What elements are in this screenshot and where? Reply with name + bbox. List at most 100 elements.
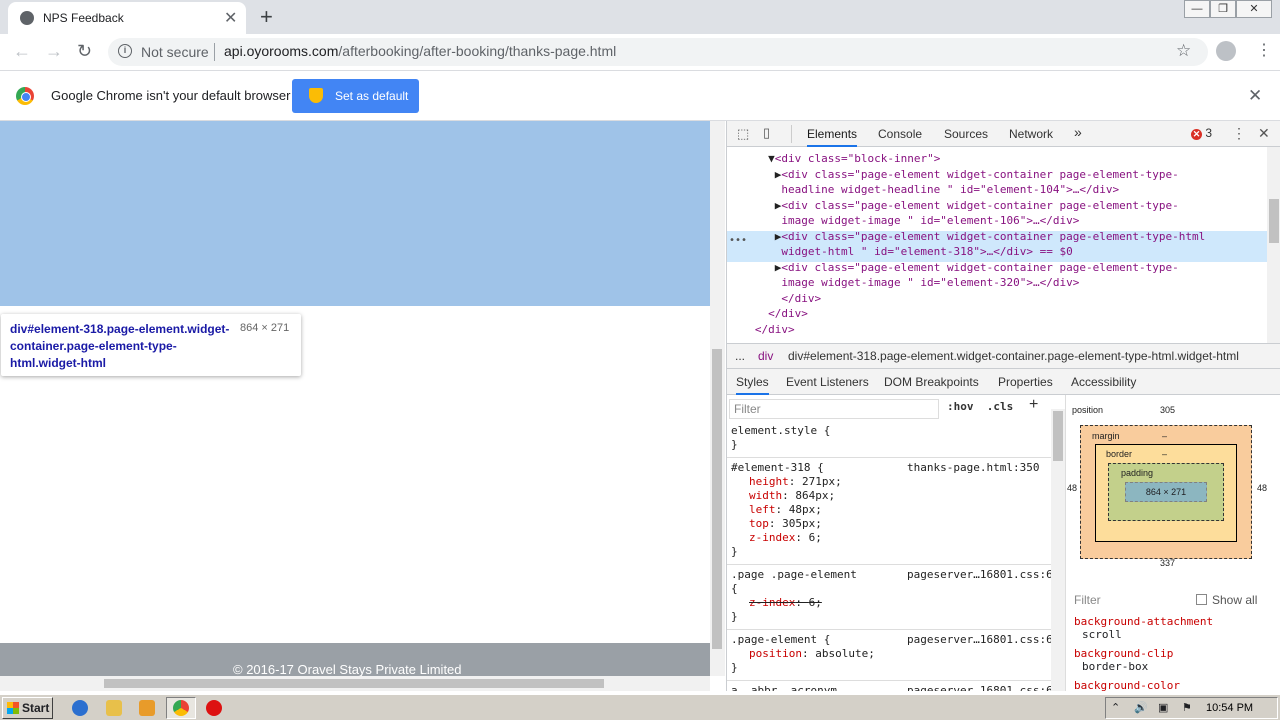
rule-source-link[interactable]: thanks-page.html:350 <box>907 461 1039 474</box>
hov-toggle[interactable]: :hov <box>947 400 974 413</box>
css-property[interactable]: width: 864px; <box>749 489 835 502</box>
breadcrumb-div[interactable]: div <box>758 349 773 363</box>
inspect-element-icon[interactable]: ⬚ <box>737 126 749 142</box>
css-property[interactable]: position: absolute; <box>749 647 875 660</box>
dom-line[interactable]: </div> <box>735 292 821 305</box>
window-close-button[interactable]: ✕ <box>1236 0 1272 18</box>
dom-line[interactable]: headline widget-headline " id="element-1… <box>735 183 1119 196</box>
scroll-thumb[interactable] <box>712 349 722 649</box>
show-all-checkbox[interactable]: Show all <box>1196 593 1257 607</box>
address-bar[interactable]: i Not secure api.oyorooms.com/afterbooki… <box>108 38 1208 66</box>
tab-elements[interactable]: Elements <box>807 127 858 147</box>
tab-network[interactable]: Network <box>1009 127 1053 141</box>
breadcrumb-selected[interactable]: div#element-318.page-element.widget-cont… <box>788 349 1239 363</box>
computed-property[interactable]: background-attachment scroll <box>1074 615 1213 641</box>
dom-line[interactable]: image widget-image " id="element-106">…<… <box>735 214 1079 227</box>
page-vertical-scrollbar[interactable] <box>710 121 725 676</box>
scroll-thumb[interactable] <box>1269 199 1279 243</box>
tray-expand-icon[interactable]: ⌃ <box>1111 701 1120 714</box>
chrome-taskbar-button[interactable] <box>166 697 196 719</box>
infobar-close-icon[interactable]: ✕ <box>1248 86 1262 106</box>
dom-scrollbar[interactable] <box>1267 147 1280 343</box>
css-property[interactable]: z-index: 6; <box>749 531 822 544</box>
styles-filter-input[interactable]: Filter <box>729 399 939 419</box>
tab-sources[interactable]: Sources <box>944 127 988 141</box>
network-icon[interactable]: ▣ <box>1158 701 1168 714</box>
dom-line[interactable]: </div> <box>735 323 795 336</box>
css-property[interactable]: height: 271px; <box>749 475 842 488</box>
flag-icon[interactable]: ⚑ <box>1182 701 1192 714</box>
tab-styles[interactable]: Styles <box>736 375 769 395</box>
taskbar-clock[interactable]: 10:54 PM <box>1206 702 1253 714</box>
new-tab-button[interactable]: + <box>260 4 273 30</box>
device-toolbar-icon[interactable]: ▯ <box>763 125 770 141</box>
computed-property[interactable]: background-clip border-box <box>1074 647 1173 673</box>
back-button[interactable]: ← <box>13 41 31 62</box>
dom-line[interactable]: ▼<div class="block-inner"> <box>735 152 940 165</box>
rule-source-link[interactable]: pageserver…16801.css:6 <box>907 568 1051 581</box>
rules-scrollbar[interactable] <box>1051 409 1065 691</box>
page-horizontal-scrollbar[interactable] <box>0 676 710 691</box>
expand-arrow-icon[interactable] <box>735 152 768 165</box>
dom-line[interactable]: widget-html " id="element-318">…</div> =… <box>735 245 1072 258</box>
ie-icon[interactable] <box>72 700 88 716</box>
bookmark-star-icon[interactable]: ☆ <box>1176 41 1191 61</box>
rule-selector[interactable]: .page-element { <box>731 633 830 646</box>
expand-arrow-icon[interactable] <box>735 261 775 274</box>
rule-selector[interactable]: element.style { <box>731 424 830 437</box>
dom-line[interactable]: image widget-image " id="element-320">…<… <box>735 276 1079 289</box>
css-property[interactable]: z-index: 6; <box>749 596 822 609</box>
minimize-button[interactable]: — <box>1184 0 1210 18</box>
devtools-menu-icon[interactable]: ⋮ <box>1232 125 1246 142</box>
reload-button[interactable]: ↻ <box>77 41 92 62</box>
dom-line[interactable]: ▶<div class="page-element widget-contain… <box>735 168 1179 181</box>
scroll-thumb[interactable] <box>104 679 604 688</box>
rule-source-link[interactable]: pageserver…16801.css:6 <box>907 633 1051 646</box>
tab-dom-breakpoints[interactable]: DOM Breakpoints <box>884 375 979 389</box>
expand-arrow-icon[interactable] <box>735 230 775 243</box>
folder-icon[interactable] <box>106 700 122 716</box>
computed-property[interactable]: background-color <box>1074 679 1180 692</box>
rule-selector[interactable]: a, abbr, acronym, <box>731 684 844 691</box>
tab-event-listeners[interactable]: Event Listeners <box>786 375 869 389</box>
computed-filter-input[interactable]: Filter <box>1074 593 1101 607</box>
restore-button[interactable]: ❐ <box>1210 0 1236 18</box>
tab-close-icon[interactable]: ✕ <box>224 8 237 28</box>
error-count-badge[interactable]: ✕ 3 <box>1191 126 1212 140</box>
devtools-close-icon[interactable]: ✕ <box>1258 125 1270 142</box>
more-tabs-button[interactable]: » <box>1074 124 1082 140</box>
info-icon[interactable]: i <box>118 44 132 58</box>
dom-arrow[interactable]: ▼ <box>768 152 775 165</box>
url-text[interactable]: api.oyorooms.com/afterbooking/after-book… <box>224 43 616 59</box>
cls-toggle[interactable]: .cls <box>987 400 1014 413</box>
profile-avatar[interactable] <box>1216 41 1236 61</box>
checkbox-icon[interactable] <box>1196 594 1207 605</box>
dom-line[interactable]: </div> <box>735 307 808 320</box>
css-property[interactable]: left: 48px; <box>749 503 822 516</box>
rule-selector[interactable]: .page .page-element <box>731 568 857 581</box>
rule-selector[interactable]: #element-318 { <box>731 461 824 474</box>
scroll-thumb[interactable] <box>1053 411 1063 461</box>
chrome-menu-icon[interactable]: ⋮ <box>1256 40 1272 60</box>
browser-tab[interactable]: NPS Feedback ✕ <box>8 2 246 34</box>
css-property[interactable]: { <box>731 582 738 595</box>
expand-arrow-icon[interactable] <box>735 168 775 181</box>
start-button[interactable]: Start <box>2 697 53 719</box>
tab-accessibility[interactable]: Accessibility <box>1071 375 1136 389</box>
security-status[interactable]: Not secure <box>141 44 209 60</box>
tab-console[interactable]: Console <box>878 127 922 141</box>
expand-arrow-icon[interactable] <box>735 199 775 212</box>
dom-line[interactable]: ▶<div class="page-element widget-contain… <box>735 199 1179 212</box>
dom-line[interactable]: ▶<div class="page-element widget-contain… <box>735 230 1205 243</box>
opera-icon[interactable] <box>206 700 222 716</box>
rule-source-link[interactable]: pageserver…16801.css:6 <box>907 684 1051 691</box>
dom-line[interactable]: ▶<div class="page-element widget-contain… <box>735 261 1179 274</box>
forward-button[interactable]: → <box>45 41 63 62</box>
media-player-icon[interactable] <box>139 700 155 716</box>
set-as-default-button[interactable]: Set as default <box>292 79 419 113</box>
breadcrumb-ellipsis[interactable]: ... <box>735 349 745 363</box>
tab-properties[interactable]: Properties <box>998 375 1053 389</box>
volume-icon[interactable]: 🔊 <box>1134 701 1148 714</box>
new-rule-button[interactable]: + <box>1029 396 1038 414</box>
css-property[interactable]: top: 305px; <box>749 517 822 530</box>
